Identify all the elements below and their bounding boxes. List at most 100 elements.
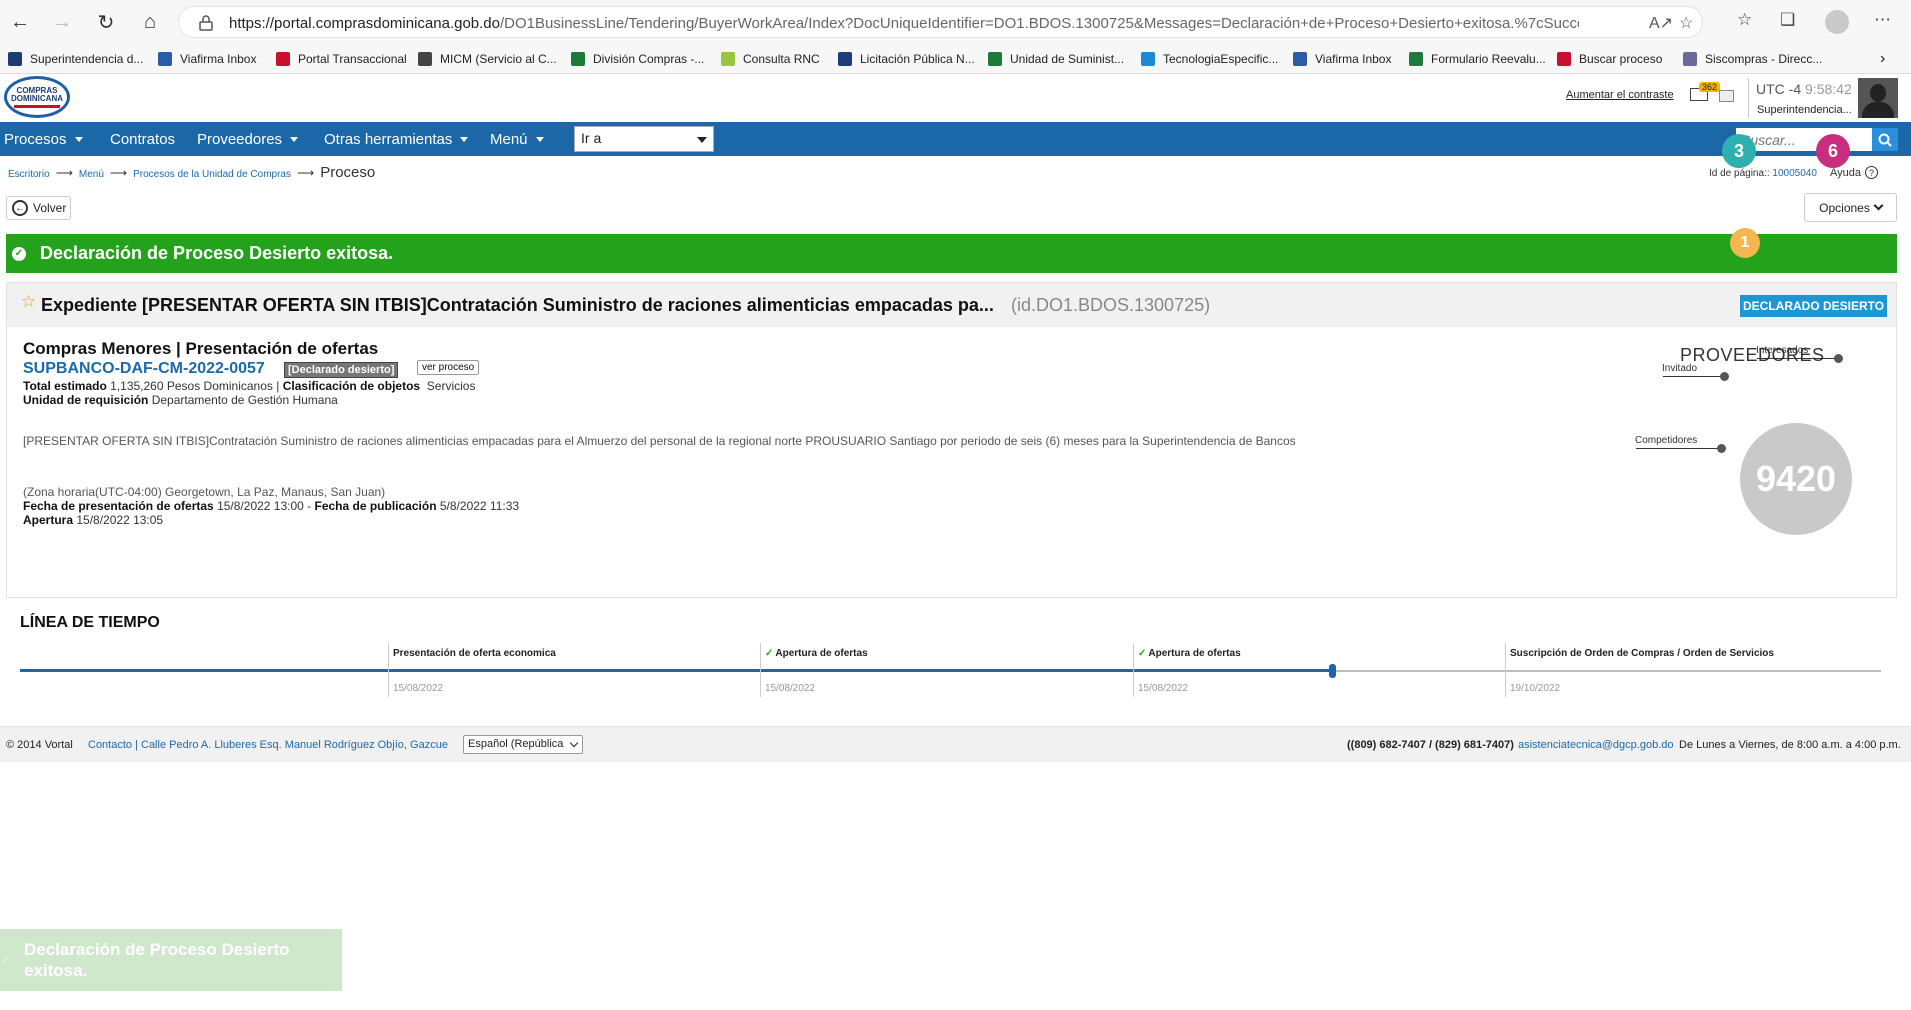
caret-down-icon: [74, 136, 83, 142]
bookmark-favicon-icon: [1293, 52, 1307, 66]
bookmark-label: Viafirma Inbox: [180, 52, 257, 66]
star-icon[interactable]: ☆: [21, 292, 36, 312]
bookmark-item[interactable]: Viafirma Inbox: [1293, 48, 1391, 70]
collections-icon[interactable]: ❏: [1780, 10, 1795, 30]
bookmark-label: Superintendencia d...: [30, 52, 144, 66]
bookmark-item[interactable]: Buscar proceso: [1557, 48, 1662, 70]
chevron-down-icon: [1873, 200, 1884, 211]
bookmark-item[interactable]: Siscompras - Direcc...: [1683, 48, 1822, 70]
timeline-step-label: Presentación de oferta economica: [393, 648, 556, 659]
timeline-current-marker: [1329, 664, 1336, 678]
competidores-label: Competidores: [1635, 435, 1698, 446]
invitado-count-bubble[interactable]: 3: [1722, 134, 1756, 168]
language-select[interactable]: Español (República: [463, 735, 583, 754]
toast-message: Declaración de Proceso Desierto exitosa.: [24, 940, 290, 980]
dates-row: Fecha de presentación de ofertas 15/8/20…: [23, 499, 520, 513]
bookmark-item[interactable]: Consulta RNC: [721, 48, 820, 70]
support-email-link[interactable]: asistenciatecnica@dgcp.gob.do: [1518, 739, 1674, 751]
calendar-icon[interactable]: [1719, 90, 1734, 102]
breadcrumb-current: Proceso: [320, 164, 376, 181]
toast-notification[interactable]: ✓ Declaración de Proceso Desierto exitos…: [0, 929, 342, 991]
success-message: Declaración de Proceso Desierto exitosa.: [40, 243, 394, 263]
search-input[interactable]: [1736, 128, 1872, 151]
browser-toolbar: ← → ↻ ⌂ https://portal.comprasdominicana…: [0, 0, 1911, 44]
proveedores-total[interactable]: 9420: [1740, 423, 1852, 535]
bookmark-item[interactable]: Unidad de Suminist...: [988, 48, 1124, 70]
organization-name[interactable]: Superintendencia...: [1757, 104, 1857, 116]
help-link[interactable]: Ayuda?: [1830, 166, 1878, 179]
bookmark-favicon-icon: [8, 52, 22, 66]
reload-icon[interactable]: ↻: [92, 8, 120, 36]
home-icon[interactable]: ⌂: [136, 8, 164, 36]
goto-select[interactable]: Ir a: [574, 126, 714, 152]
favorite-add-icon[interactable]: ☆: [1679, 13, 1693, 33]
competidores-count-bubble[interactable]: 1: [1730, 228, 1760, 258]
timeline-step-date: 15/08/2022: [393, 683, 444, 694]
back-button[interactable]: ← Volver: [6, 196, 71, 220]
bookmark-label: Viafirma Inbox: [1315, 52, 1392, 66]
breadcrumb-escritorio[interactable]: Escritorio: [8, 169, 50, 180]
check-icon: ✓: [1138, 648, 1147, 659]
bookmark-favicon-icon: [721, 52, 735, 66]
invitado-label: Invitado: [1662, 363, 1698, 374]
chevron-down-icon: [569, 738, 579, 748]
nav-item-label: Procesos: [4, 130, 67, 148]
nav-item-1[interactable]: Contratos: [110, 122, 175, 156]
contact-link[interactable]: Contacto | Calle Pedro A. Lluberes Esq. …: [88, 739, 448, 751]
read-aloud-icon[interactable]: A↗: [1649, 13, 1673, 33]
requisition-unit-row: Unidad de requisición Departamento de Ge…: [23, 393, 338, 407]
address-bar[interactable]: https://portal.comprasdominicana.gob.do/…: [178, 6, 1703, 38]
interesados-dot: [1834, 354, 1843, 363]
bookmark-favicon-icon: [276, 52, 290, 66]
search-button[interactable]: [1872, 128, 1898, 151]
breadcrumb-menu[interactable]: Menú: [79, 169, 104, 180]
bookmark-item[interactable]: División Compras -...: [571, 48, 704, 70]
bookmark-item[interactable]: MICM (Servicio al C...: [418, 48, 557, 70]
bookmark-item[interactable]: Viafirma Inbox: [158, 48, 256, 70]
support-phones: ((809) 682-7407 / (829) 681-7407): [1347, 739, 1514, 751]
favorites-icon[interactable]: ☆: [1737, 10, 1752, 30]
bookmark-label: Buscar proceso: [1579, 52, 1663, 66]
check-icon: ✓: [2, 955, 11, 966]
bookmark-label: Formulario Reevalu...: [1431, 52, 1546, 66]
bookmark-item[interactable]: Portal Transaccional: [276, 48, 407, 70]
nav-item-3[interactable]: Otras herramientas: [324, 122, 469, 156]
process-status-badge: [Declarado desierto]: [284, 362, 399, 378]
status-badge: DECLARADO DESIERTO: [1740, 295, 1888, 317]
timeline-step-separator: [1133, 643, 1134, 697]
page-id: Id de página:: 10005040: [1709, 168, 1817, 179]
nav-item-0[interactable]: Procesos: [4, 122, 83, 156]
bookmarks-bar: Superintendencia d... Viafirma Inbox Porta…: [0, 44, 1911, 74]
check-circle-icon: ✓: [12, 246, 26, 261]
increase-contrast-link[interactable]: Aumentar el contraste: [1566, 89, 1674, 101]
nav-item-2[interactable]: Proveedores: [197, 122, 299, 156]
nav-item-label: Contratos: [110, 130, 176, 148]
bookmark-item[interactable]: Superintendencia d...: [8, 48, 143, 70]
bookmark-item[interactable]: Licitación Pública N...: [838, 48, 975, 70]
user-avatar[interactable]: [1858, 78, 1898, 118]
compras-dominicana-logo[interactable]: COMPRAS DOMINICANA: [4, 76, 70, 118]
main-navigation: Procesos Contratos Proveedores Otras herram…: [0, 122, 1911, 156]
expediente-header: ☆ Expediente [PRESENTAR OFERTA SIN ITBIS…: [7, 283, 1896, 327]
check-icon: ✓: [765, 648, 774, 659]
caret-down-icon: [535, 136, 544, 142]
expediente-panel: ☆ Expediente [PRESENTAR OFERTA SIN ITBIS…: [6, 282, 1897, 598]
process-code-link[interactable]: SUPBANCO-DAF-CM-2022-0057: [23, 360, 265, 378]
options-button[interactable]: Opciones: [1804, 193, 1897, 222]
back-arrow-icon[interactable]: ←: [6, 8, 34, 36]
more-options-icon[interactable]: ⋯: [1874, 10, 1891, 30]
interesados-count-bubble[interactable]: 6: [1816, 134, 1850, 168]
nav-item-4[interactable]: Menú: [490, 122, 544, 156]
header-divider: [1748, 78, 1749, 118]
profile-avatar[interactable]: [1825, 10, 1849, 34]
bookmark-favicon-icon: [838, 52, 852, 66]
timeline-step-label: ✓ Apertura de ofertas: [765, 648, 868, 659]
forward-arrow-icon[interactable]: →: [48, 8, 76, 36]
timeline-step-date: 19/10/2022: [1510, 683, 1561, 694]
bookmark-item[interactable]: TecnologiaEspecific...: [1141, 48, 1278, 70]
bookmark-item[interactable]: Formulario Reevalu...: [1409, 48, 1546, 70]
expediente-title: Expediente [PRESENTAR OFERTA SIN ITBIS]C…: [41, 295, 994, 315]
view-process-button[interactable]: ver proceso: [417, 360, 480, 375]
more-bookmarks-icon[interactable]: ›: [1880, 48, 1885, 70]
breadcrumb-procesos[interactable]: Procesos de la Unidad de Compras: [133, 169, 291, 180]
